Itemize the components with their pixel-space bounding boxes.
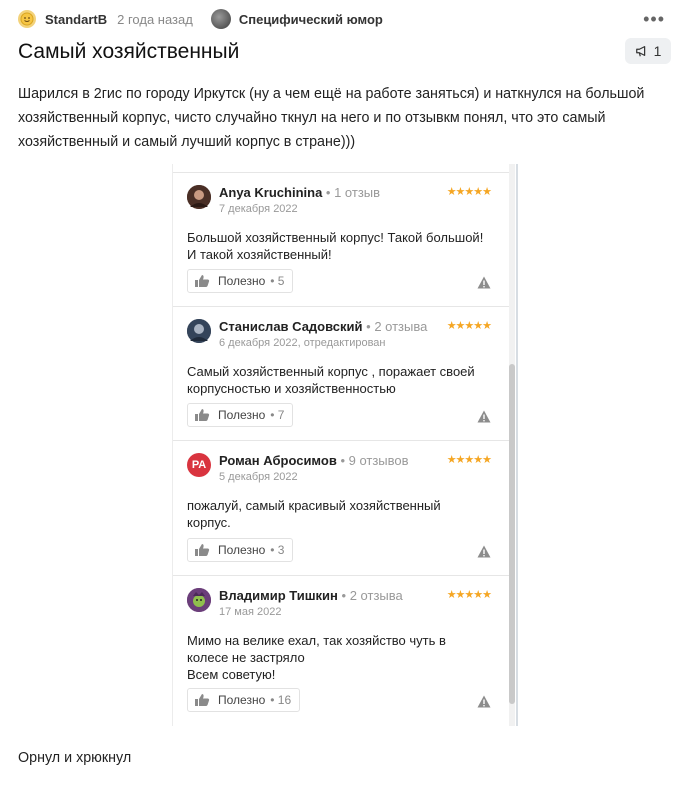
community-name[interactable]: Специфический юмор bbox=[239, 12, 383, 27]
warning-icon[interactable] bbox=[477, 276, 491, 289]
review-text: пожалуй, самый красивый хозяйственный ко… bbox=[187, 498, 441, 530]
scrollbar[interactable] bbox=[509, 164, 515, 726]
warning-icon[interactable] bbox=[477, 545, 491, 558]
helpful-button[interactable]: Полезно • 16 bbox=[187, 688, 301, 712]
review-date: 6 декабря 2022, отредактирован bbox=[219, 337, 386, 349]
thumbs-up-icon bbox=[195, 409, 210, 421]
post-title[interactable]: Самый хозяйственный bbox=[18, 40, 239, 64]
warning-icon[interactable] bbox=[477, 695, 491, 708]
review-avatar bbox=[187, 588, 211, 612]
review-card: РА Роман Абросимов • 9 отзывов 5 декабря… bbox=[173, 440, 509, 575]
review-avatar bbox=[187, 319, 211, 343]
review-text: Мимо на велике ехал, так хозяйство чуть … bbox=[187, 633, 446, 682]
review-stars: ★★★★★ bbox=[446, 454, 492, 466]
review-date: 7 декабря 2022 bbox=[219, 203, 298, 215]
review-author[interactable]: Владимир Тишкин • 2 отзыва bbox=[219, 588, 403, 603]
review-author[interactable]: Anya Kruchinina • 1 отзыв bbox=[219, 185, 380, 200]
thumbs-up-icon bbox=[195, 694, 210, 706]
review-stars: ★★★★★ bbox=[446, 589, 492, 601]
more-dots-icon[interactable]: ••• bbox=[643, 8, 665, 30]
post-time: 2 года назад bbox=[117, 11, 193, 27]
review-card: Станислав Садовский • 2 отзыва 6 декабря… bbox=[173, 306, 509, 440]
smiley-icon bbox=[20, 12, 34, 26]
badge-count: 1 bbox=[653, 43, 662, 59]
review-stars: ★★★★★ bbox=[446, 320, 492, 332]
post-header: StandartB 2 года назад Специфический юмо… bbox=[18, 8, 665, 30]
review-author[interactable]: Роман Абросимов • 9 отзывов bbox=[219, 453, 409, 468]
post-text: Шарился в 2гис по городу Иркутск (ну а ч… bbox=[18, 86, 645, 150]
review-stars: ★★★★★ bbox=[446, 186, 492, 198]
helpful-button[interactable]: Полезно • 5 bbox=[187, 269, 294, 293]
community-avatar[interactable] bbox=[210, 9, 231, 29]
review-card: Anya Kruchinina • 1 отзыв 7 декабря 2022… bbox=[173, 172, 509, 306]
helpful-button[interactable]: Полезно • 7 bbox=[187, 403, 294, 427]
author-name[interactable]: StandartB bbox=[45, 12, 107, 27]
review-avatar: РА bbox=[187, 453, 211, 477]
review-date: 17 мая 2022 bbox=[219, 606, 282, 618]
review-text: Большой хозяйственный корпус! Такой боль… bbox=[187, 230, 484, 262]
post-footer-text: Орнул и хрюкнул bbox=[18, 750, 132, 766]
review-avatar bbox=[187, 185, 211, 209]
helpful-button[interactable]: Полезно • 3 bbox=[187, 538, 294, 562]
thumbs-up-icon bbox=[195, 544, 210, 556]
review-author[interactable]: Станислав Садовский • 2 отзыва bbox=[219, 319, 427, 334]
scrollbar-thumb[interactable] bbox=[509, 364, 515, 704]
thumbs-up-icon bbox=[195, 275, 210, 287]
review-date: 5 декабря 2022 bbox=[219, 471, 298, 483]
review-text: Самый хозяйственный корпус , поражает св… bbox=[187, 364, 475, 396]
review-card: Владимир Тишкин • 2 отзыва 17 мая 2022 ★… bbox=[173, 575, 509, 726]
reviews-screenshot: Anya Kruchinina • 1 отзыв 7 декабря 2022… bbox=[172, 164, 518, 726]
megaphone-icon bbox=[635, 46, 645, 57]
side-edge bbox=[516, 164, 518, 726]
author-avatar[interactable] bbox=[18, 10, 36, 28]
megaphone-badge[interactable]: 1 bbox=[625, 38, 671, 64]
warning-icon[interactable] bbox=[477, 410, 491, 423]
